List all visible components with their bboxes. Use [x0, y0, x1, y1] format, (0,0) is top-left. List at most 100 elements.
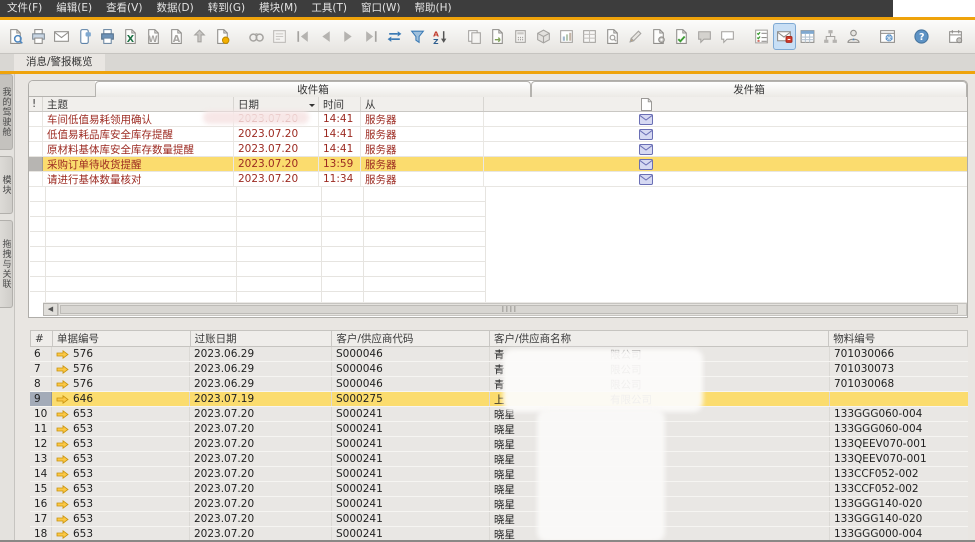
document-row[interactable]: 11 653 2023.07.20 S000241 晓星 133GGG060-0… [30, 422, 968, 437]
launch-application-icon[interactable] [188, 23, 211, 50]
find-icon[interactable] [245, 23, 268, 50]
menu-item[interactable]: 数据(D) [149, 0, 200, 17]
menu-item[interactable]: 转到(G) [201, 0, 252, 17]
sms-icon[interactable] [73, 23, 96, 50]
document-row[interactable]: 7 576 2023.06.29 S000046 青 限公司 701030073 [30, 362, 968, 377]
column-bp-name[interactable]: 客户/供应商名称 [490, 331, 829, 346]
column-bp-code[interactable]: 客户/供应商代码 [332, 331, 490, 346]
browser-icon[interactable] [876, 23, 899, 50]
scrollbar-track[interactable] [58, 303, 967, 316]
transfer-icon[interactable] [486, 23, 509, 50]
message-row[interactable]: 采购订单待收货提醒 2023.07.20 13:59 服务器 [29, 157, 967, 172]
messages-alerts-icon[interactable] [773, 23, 796, 50]
export-pdf-icon[interactable] [165, 23, 188, 50]
employee-icon[interactable] [842, 23, 865, 50]
column-from[interactable]: 从 [361, 97, 484, 111]
link-arrow-icon[interactable] [56, 440, 69, 449]
chart-icon[interactable] [555, 23, 578, 50]
link-arrow-icon[interactable] [56, 365, 69, 374]
attachment-cell[interactable] [484, 157, 804, 171]
email-icon[interactable] [50, 23, 73, 50]
duplicate-icon[interactable] [463, 23, 486, 50]
print-preview-icon[interactable] [4, 23, 27, 50]
menu-item[interactable]: 工具(T) [304, 0, 354, 17]
scroll-left-button[interactable]: ◀ [43, 303, 58, 316]
document-row[interactable]: 16 653 2023.07.20 S000241 晓星 133GGG140-0… [30, 497, 968, 512]
attachment-cell[interactable] [484, 112, 804, 126]
payment-wizard-icon[interactable] [532, 23, 555, 50]
tab-inbox[interactable]: 收件箱 [95, 81, 531, 97]
column-subject[interactable]: 主题 [43, 97, 234, 111]
document-row[interactable]: 10 653 2023.07.20 S000241 晓星 133GGG060-0… [30, 407, 968, 422]
calendar-table-icon[interactable] [796, 23, 819, 50]
message-row[interactable]: 低值易耗品库安全库存提醒 2023.07.20 14:41 服务器 [29, 127, 967, 142]
print-icon[interactable] [27, 23, 50, 50]
link-arrow-icon[interactable] [56, 515, 69, 524]
column-row-number[interactable]: # [31, 331, 53, 346]
document-row[interactable]: 14 653 2023.07.20 S000241 晓星 133CCF052-0… [30, 467, 968, 482]
sidebar-tab[interactable]: 模块 [0, 156, 13, 214]
menu-item[interactable]: 帮助(H) [408, 0, 459, 17]
document-settings-icon[interactable] [647, 23, 670, 50]
sidebar-tab[interactable]: 我的驾驶舱 [0, 74, 13, 150]
org-chart-icon[interactable] [819, 23, 842, 50]
horizontal-scrollbar[interactable]: ◀ [43, 302, 967, 316]
calendar-settings-icon[interactable] [944, 23, 967, 50]
next-record-icon[interactable] [337, 23, 360, 50]
attachment-cell[interactable] [484, 127, 804, 141]
document-row[interactable]: 6 576 2023.06.29 S000046 青 限公司 701030066 [30, 347, 968, 362]
link-arrow-icon[interactable] [56, 380, 69, 389]
column-time[interactable]: 时间 [319, 97, 361, 111]
scrollbar-thumb[interactable] [60, 305, 958, 314]
column-attachment[interactable] [484, 97, 804, 111]
document-row[interactable]: 8 576 2023.06.29 S000046 青 限公司 701030068 [30, 377, 968, 392]
column-posting-date[interactable]: 过账日期 [191, 331, 333, 346]
tab-outbox[interactable]: 发件箱 [531, 81, 967, 97]
link-arrow-icon[interactable] [56, 425, 69, 434]
link-arrow-icon[interactable] [56, 410, 69, 419]
tab-messages-overview[interactable]: 消息/警报概览 [14, 54, 105, 71]
previous-record-icon[interactable] [314, 23, 337, 50]
document-row[interactable]: 9 646 2023.07.19 S000275 上 有限公司 [30, 392, 968, 407]
document-row[interactable]: 15 653 2023.07.20 S000241 晓星 133CCF052-0… [30, 482, 968, 497]
export-word-icon[interactable] [142, 23, 165, 50]
message-row[interactable]: 车间低值易耗领用确认 2023.07.20 14:41 服务器 [29, 112, 967, 127]
checklist-icon[interactable] [750, 23, 773, 50]
form-settings-icon[interactable] [578, 23, 601, 50]
add-record-icon[interactable] [268, 23, 291, 50]
filter-table-icon[interactable] [406, 23, 429, 50]
export-excel-icon[interactable] [119, 23, 142, 50]
attachment-cell[interactable] [484, 172, 804, 186]
edit-icon[interactable] [624, 23, 647, 50]
menu-item[interactable]: 编辑(E) [49, 0, 99, 17]
approve-document-icon[interactable] [670, 23, 693, 50]
print-layout-icon[interactable] [96, 23, 119, 50]
document-row[interactable]: 13 653 2023.07.20 S000241 晓星 133QEEV070-… [30, 452, 968, 467]
menu-item[interactable]: 文件(F) [0, 0, 49, 17]
calculator-icon[interactable] [509, 23, 532, 50]
help-icon[interactable] [910, 23, 933, 50]
chat-icon[interactable] [716, 23, 739, 50]
message-row[interactable]: 请进行基体数量核对 2023.07.20 11:34 服务器 [29, 172, 967, 187]
link-arrow-icon[interactable] [56, 395, 69, 404]
message-row[interactable]: 原材料基体库安全库存数量提醒 2023.07.20 14:41 服务器 [29, 142, 967, 157]
column-item-number[interactable]: 物料编号 [829, 331, 967, 346]
column-priority[interactable]: ! [29, 97, 43, 111]
message-icon[interactable] [693, 23, 716, 50]
link-arrow-icon[interactable] [56, 455, 69, 464]
link-arrow-icon[interactable] [56, 500, 69, 509]
link-arrow-icon[interactable] [56, 350, 69, 359]
column-doc-number[interactable]: 单据编号 [53, 331, 191, 346]
attachment-cell[interactable] [484, 142, 804, 156]
link-arrow-icon[interactable] [56, 530, 69, 539]
menu-item[interactable]: 窗口(W) [354, 0, 408, 17]
sort-table-icon[interactable] [429, 23, 452, 50]
lock-screen-icon[interactable] [211, 23, 234, 50]
menu-item[interactable]: 模块(M) [252, 0, 304, 17]
document-row[interactable]: 12 653 2023.07.20 S000241 晓星 133QEEV070-… [30, 437, 968, 452]
sidebar-tab[interactable]: 拖拽与关联 [0, 220, 13, 308]
refresh-record-icon[interactable] [383, 23, 406, 50]
document-row[interactable]: 17 653 2023.07.20 S000241 晓星 133GGG140-0… [30, 512, 968, 527]
link-arrow-icon[interactable] [56, 485, 69, 494]
menu-item[interactable]: 查看(V) [99, 0, 149, 17]
